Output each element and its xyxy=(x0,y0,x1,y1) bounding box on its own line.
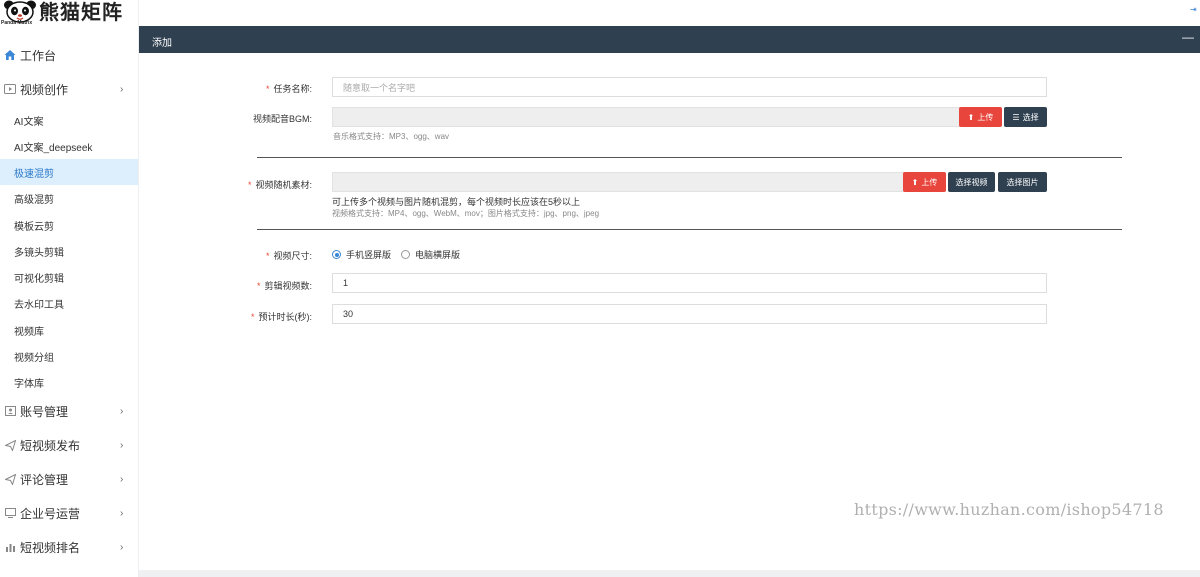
material-format-text: 视频格式支持：MP4、ogg、WebM、mov；图片格式支持：jpg、png、j… xyxy=(332,209,600,218)
chevron-right-icon: › xyxy=(120,83,124,95)
radio-checked[interactable] xyxy=(332,250,341,259)
sidebar-subitem-label: 模板云剪 xyxy=(14,221,54,233)
sidebar-subitem-fast-mix[interactable]: 极速混剪 xyxy=(0,159,138,185)
divider xyxy=(257,229,1122,230)
account-icon xyxy=(4,405,16,417)
sidebar-item-publish[interactable]: 短视频发布 › xyxy=(0,432,138,458)
bgm-upload-button[interactable]: ⬆ 上传 xyxy=(959,107,1002,127)
material-label: * 视频随机素材: xyxy=(247,180,312,190)
sidebar-item-enterprise[interactable]: 企业号运营 › xyxy=(0,500,138,526)
logout-icon[interactable]: ⇥ xyxy=(1190,6,1198,14)
upload-icon: ⬆ xyxy=(967,112,975,122)
sidebar-subitem-watermark-tool[interactable]: 去水印工具 xyxy=(0,290,138,316)
count-input[interactable]: 1 xyxy=(332,273,1047,293)
sidebar-item-label: 账号管理 xyxy=(20,404,69,419)
sidebar-subitem-template-cloud[interactable]: 模板云剪 xyxy=(0,212,138,238)
duration-label: * 预计时长(秒): xyxy=(250,312,312,322)
size-option-landscape[interactable]: 电脑横屏版 xyxy=(401,248,460,261)
home-icon xyxy=(4,49,16,61)
select-image-button[interactable]: 选择图片 xyxy=(998,172,1047,192)
chevron-right-icon: › xyxy=(120,405,124,417)
video-icon xyxy=(4,83,16,95)
task-name-placeholder: 随意取一个名字吧 xyxy=(343,82,416,93)
brand-logo[interactable]: 熊猫矩阵 Panda Matrix xyxy=(0,0,138,28)
chevron-right-icon: › xyxy=(120,541,124,553)
bar-chart-icon xyxy=(4,541,16,553)
sidebar-subitem-video-library[interactable]: 视频库 xyxy=(0,317,138,343)
required-marker: * xyxy=(265,251,270,261)
bgm-select-button[interactable]: ☰ 选择 xyxy=(1004,107,1047,127)
sidebar-subitem-label: 可视化剪辑 xyxy=(14,273,64,285)
sidebar: 熊猫矩阵 Panda Matrix 工作台 视频创作 › AI文案 AI文案_d… xyxy=(0,0,139,577)
sidebar-subitem-label: 视频分组 xyxy=(14,352,54,364)
required-marker: * xyxy=(256,281,261,291)
enterprise-icon xyxy=(4,507,16,519)
task-name-input[interactable]: 随意取一个名字吧 xyxy=(332,77,1047,97)
sidebar-item-ranking[interactable]: 短视频排名 › xyxy=(0,534,138,560)
size-radio-group: 手机竖屏版 电脑横屏版 xyxy=(332,248,470,261)
chevron-right-icon: › xyxy=(120,439,124,451)
required-marker: * xyxy=(250,312,255,322)
material-upload-button[interactable]: ⬆ 上传 xyxy=(903,172,946,192)
chevron-right-icon: › xyxy=(120,507,124,519)
size-label: * 视频尺寸: xyxy=(265,251,312,261)
sidebar-subitem-ai-copy[interactable]: AI文案 xyxy=(0,107,138,133)
brand-name: 熊猫矩阵 xyxy=(39,0,123,24)
select-video-button[interactable]: 选择视频 xyxy=(948,172,995,192)
sidebar-item-label: 企业号运营 xyxy=(20,506,81,521)
sidebar-subitem-label: 多镜头剪辑 xyxy=(14,247,64,259)
material-input[interactable] xyxy=(332,172,904,192)
sidebar-item-video-creation[interactable]: 视频创作 › xyxy=(0,76,138,102)
sidebar-item-label: 视频创作 xyxy=(20,82,69,97)
count-label: * 剪辑视频数: xyxy=(256,281,312,291)
chevron-right-icon: › xyxy=(120,473,124,485)
radio-unchecked[interactable] xyxy=(401,250,411,259)
size-option-portrait[interactable]: 手机竖屏版 xyxy=(332,248,391,261)
sidebar-item-label: 短视频发布 xyxy=(20,438,81,453)
sidebar-item-workbench[interactable]: 工作台 xyxy=(0,42,138,68)
sidebar-subitem-label: 去水印工具 xyxy=(14,299,64,311)
collapse-icon[interactable]: — xyxy=(1182,31,1194,43)
brand-subtitle: Panda Matrix xyxy=(1,20,33,26)
upload-icon: ⬆ xyxy=(911,177,919,187)
send-icon xyxy=(4,439,16,451)
sidebar-item-accounts[interactable]: 账号管理 › xyxy=(0,398,138,424)
task-name-label: * 任务名称: xyxy=(265,84,312,94)
required-marker: * xyxy=(247,180,252,190)
list-icon: ☰ xyxy=(1012,112,1020,122)
bgm-label: 视频配音BGM: xyxy=(252,114,312,124)
sidebar-subitem-label: 极速混剪 xyxy=(14,168,54,180)
sidebar-subitem-advanced-mix[interactable]: 高级混剪 xyxy=(0,185,138,211)
panel-header: 添加 — xyxy=(139,26,1200,53)
sidebar-subitem-label: 高级混剪 xyxy=(14,194,54,206)
comment-icon xyxy=(4,473,16,485)
sidebar-subitem-multi-cam[interactable]: 多镜头剪辑 xyxy=(0,238,138,264)
bgm-input[interactable] xyxy=(332,107,960,127)
divider xyxy=(257,157,1122,158)
sidebar-item-label: 工作台 xyxy=(20,48,57,63)
watermark-text: https://www.huzhan.com/ishop54718 xyxy=(854,500,1164,519)
footer-bar xyxy=(139,570,1200,577)
sidebar-subitem-font-library[interactable]: 字体库 xyxy=(0,369,138,395)
sidebar-subitem-label: AI文案_deepseek xyxy=(14,142,93,154)
sidebar-subitem-label: 字体库 xyxy=(14,378,44,390)
sidebar-subitem-visual-edit[interactable]: 可视化剪辑 xyxy=(0,264,138,290)
sidebar-item-label: 评论管理 xyxy=(20,472,69,487)
bgm-help-text: 音乐格式支持：MP3、ogg、wav xyxy=(333,132,450,141)
required-marker: * xyxy=(265,84,270,94)
sidebar-subitem-label: 视频库 xyxy=(14,326,44,338)
sidebar-item-label: 短视频排名 xyxy=(20,540,81,555)
sidebar-subitem-ai-copy-deepseek[interactable]: AI文案_deepseek xyxy=(0,133,138,159)
sidebar-item-comments[interactable]: 评论管理 › xyxy=(0,466,138,492)
duration-input[interactable]: 30 xyxy=(332,304,1047,324)
material-help-text: 可上传多个视频与图片随机混剪，每个视频时长应该在5秒以上 xyxy=(332,197,581,207)
sidebar-subitem-label: AI文案 xyxy=(14,116,44,128)
panel-title: 添加 xyxy=(152,38,172,49)
sidebar-subitem-video-groups[interactable]: 视频分组 xyxy=(0,343,138,369)
